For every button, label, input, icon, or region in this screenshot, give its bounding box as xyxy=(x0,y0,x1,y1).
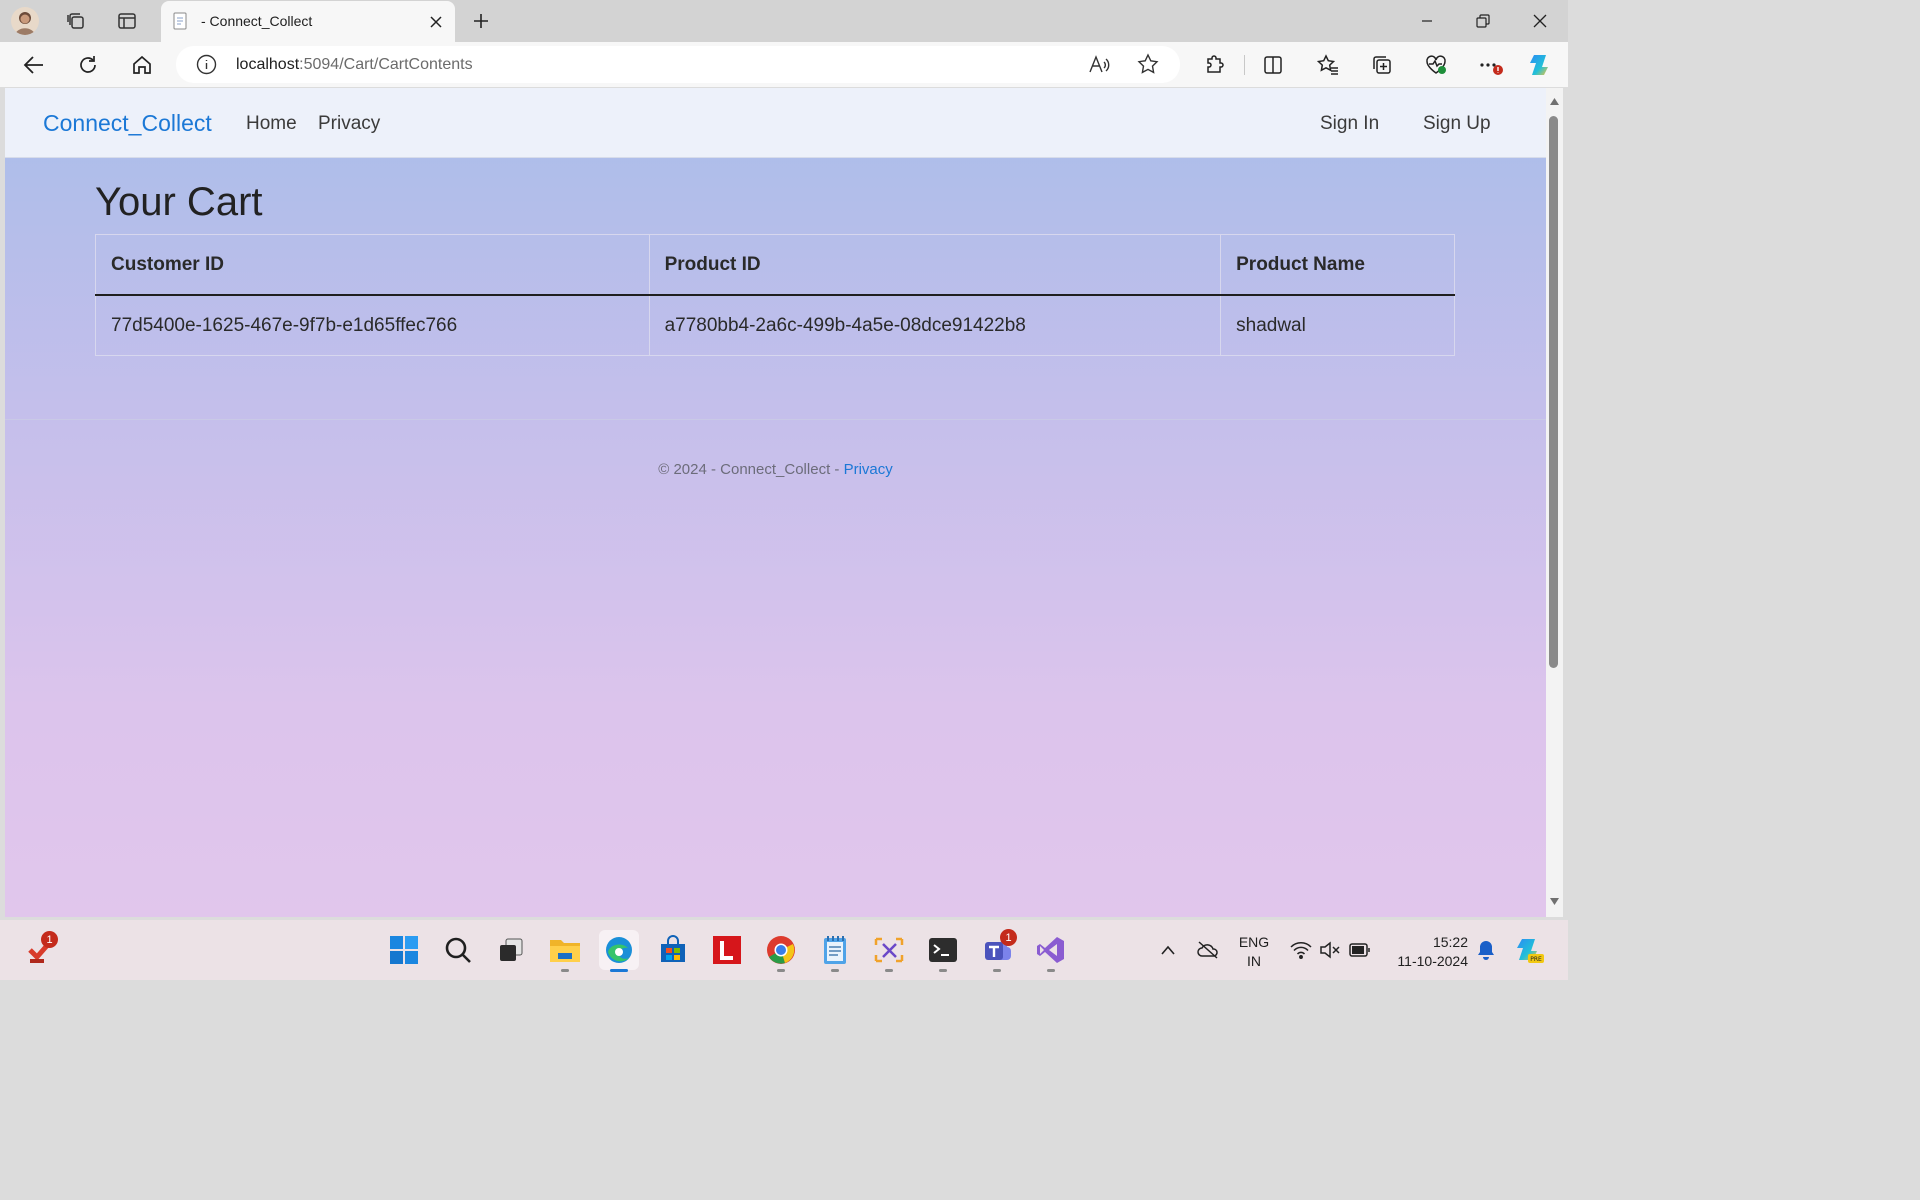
column-header-product-id: Product ID xyxy=(648,234,1222,296)
l-app-icon[interactable] xyxy=(707,930,747,970)
page-favicon-icon xyxy=(171,12,189,30)
visual-studio-icon[interactable] xyxy=(1031,930,1071,972)
page-scrollbar[interactable] xyxy=(1546,88,1563,917)
start-windows-icon[interactable] xyxy=(384,930,424,970)
task-view-icon[interactable] xyxy=(491,930,531,970)
read-aloud-icon[interactable] xyxy=(1088,54,1110,75)
notification-bell-icon[interactable] xyxy=(1474,920,1498,980)
onedrive-offline-icon[interactable] xyxy=(1193,920,1223,980)
split-screen-icon[interactable] xyxy=(1257,49,1289,81)
home-icon[interactable] xyxy=(126,49,158,81)
scrollbar-thumb[interactable] xyxy=(1549,116,1558,668)
url-host: localhost xyxy=(236,56,300,73)
copilot-preview-icon[interactable]: PRE xyxy=(1512,920,1546,980)
star-icon[interactable] xyxy=(1137,53,1159,75)
browser-tab-strip: - Connect_Collect xyxy=(0,0,1568,42)
region-code: IN xyxy=(1247,953,1261,969)
sign-in-link[interactable]: Sign In xyxy=(1320,113,1379,135)
cell-customer-id: 77d5400e-1625-467e-9f7b-e1d65ffec766 xyxy=(95,294,650,356)
site-footer: © 2024 - Connect_Collect - Privacy xyxy=(5,419,1546,500)
running-indicator xyxy=(561,969,569,972)
browser-toolbar: localhost:5094/Cart/CartContents xyxy=(0,42,1568,87)
url-text[interactable]: localhost:5094/Cart/CartContents xyxy=(236,56,473,74)
info-icon[interactable] xyxy=(196,54,217,75)
wifi-icon[interactable] xyxy=(1288,920,1314,980)
footer-copyright: © 2024 - Connect_Collect - xyxy=(658,461,844,478)
running-indicator xyxy=(1047,969,1055,972)
puzzle-icon[interactable] xyxy=(1199,49,1231,81)
sign-up-link[interactable]: Sign Up xyxy=(1423,113,1491,135)
windows-taskbar: 1 1 ENG IN 15:22 11-10-2024 PRE xyxy=(0,920,1568,980)
clock-date: 11-10-2024 xyxy=(1397,953,1468,969)
running-indicator xyxy=(939,969,947,972)
scroll-up-arrow-icon[interactable] xyxy=(1549,96,1560,107)
nav-home-link[interactable]: Home xyxy=(246,113,297,135)
file-explorer-icon[interactable] xyxy=(545,930,585,972)
snipping-tool-icon[interactable] xyxy=(869,930,909,972)
footer-privacy-link[interactable]: Privacy xyxy=(844,461,893,478)
running-indicator xyxy=(831,969,839,972)
running-indicator xyxy=(610,969,628,972)
page-viewport: Connect_Collect Home Privacy Sign In Sig… xyxy=(5,88,1546,917)
toolbar-separator xyxy=(1244,55,1245,75)
clock-time: 15:22 xyxy=(1432,934,1468,950)
battery-icon[interactable] xyxy=(1347,920,1373,980)
minimize-window-icon[interactable] xyxy=(1399,0,1455,42)
nav-privacy-link[interactable]: Privacy xyxy=(318,113,380,135)
antivirus-icon[interactable]: 1 xyxy=(20,930,60,970)
search-icon[interactable] xyxy=(438,930,478,970)
page-title: Your Cart xyxy=(95,180,263,224)
notepad-icon[interactable] xyxy=(815,930,855,972)
table-header-row: Customer ID Product ID Product Name xyxy=(95,234,1455,296)
favorites-icon[interactable] xyxy=(1312,49,1344,81)
cell-product-id: a7780bb4-2a6c-499b-4a5e-08dce91422b8 xyxy=(648,294,1222,356)
show-hidden-icons-chevron-icon[interactable] xyxy=(1156,920,1180,980)
column-header-product-name: Product Name xyxy=(1220,234,1455,296)
edge-browser-icon[interactable] xyxy=(599,930,639,972)
footer-text: © 2024 - Connect_Collect - Privacy xyxy=(5,461,1546,478)
more-icon[interactable] xyxy=(1474,49,1506,81)
address-bar[interactable]: localhost:5094/Cart/CartContents xyxy=(176,46,1180,83)
table-row: 77d5400e-1625-467e-9f7b-e1d65ffec766 a77… xyxy=(95,294,1455,356)
refresh-icon[interactable] xyxy=(72,49,104,81)
profile-avatar[interactable] xyxy=(11,7,39,35)
scroll-down-arrow-icon[interactable] xyxy=(1549,896,1560,907)
system-clock[interactable]: 15:22 11-10-2024 xyxy=(1384,933,1468,971)
browser-tab-active[interactable]: - Connect_Collect xyxy=(161,1,455,42)
language-code: ENG xyxy=(1238,934,1270,950)
volume-muted-icon[interactable] xyxy=(1317,920,1343,980)
column-header-customer-id: Customer ID xyxy=(95,234,650,296)
close-window-icon[interactable] xyxy=(1512,0,1568,42)
site-navbar: Connect_Collect Home Privacy Sign In Sig… xyxy=(5,88,1546,158)
collections-icon[interactable] xyxy=(1366,49,1398,81)
heart-pulse-icon[interactable] xyxy=(1420,49,1452,81)
workspaces-icon[interactable] xyxy=(62,7,90,35)
running-indicator xyxy=(777,969,785,972)
tab-actions-icon[interactable] xyxy=(113,7,141,35)
svg-text:PRE: PRE xyxy=(1530,956,1542,963)
copilot-icon[interactable] xyxy=(1525,49,1557,81)
close-tab-icon[interactable] xyxy=(425,11,447,33)
site-brand-link[interactable]: Connect_Collect xyxy=(43,110,212,137)
microsoft-store-icon[interactable] xyxy=(653,930,693,970)
url-path: :5094/Cart/CartContents xyxy=(299,56,473,73)
back-arrow-icon[interactable] xyxy=(18,49,50,81)
antivirus-badge: 1 xyxy=(41,931,58,948)
restore-window-icon[interactable] xyxy=(1455,0,1511,42)
terminal-icon[interactable] xyxy=(923,930,963,972)
chrome-icon[interactable] xyxy=(761,930,801,972)
teams-icon[interactable]: 1 xyxy=(977,929,1017,972)
running-indicator xyxy=(885,969,893,972)
cell-product-name: shadwal xyxy=(1220,294,1455,356)
new-tab-button[interactable] xyxy=(467,8,495,34)
cart-table: Customer ID Product ID Product Name 77d5… xyxy=(95,234,1455,356)
language-indicator[interactable]: ENG IN xyxy=(1231,933,1277,971)
teams-badge: 1 xyxy=(1000,929,1017,946)
tab-title: - Connect_Collect xyxy=(201,13,313,29)
running-indicator xyxy=(993,969,1001,972)
